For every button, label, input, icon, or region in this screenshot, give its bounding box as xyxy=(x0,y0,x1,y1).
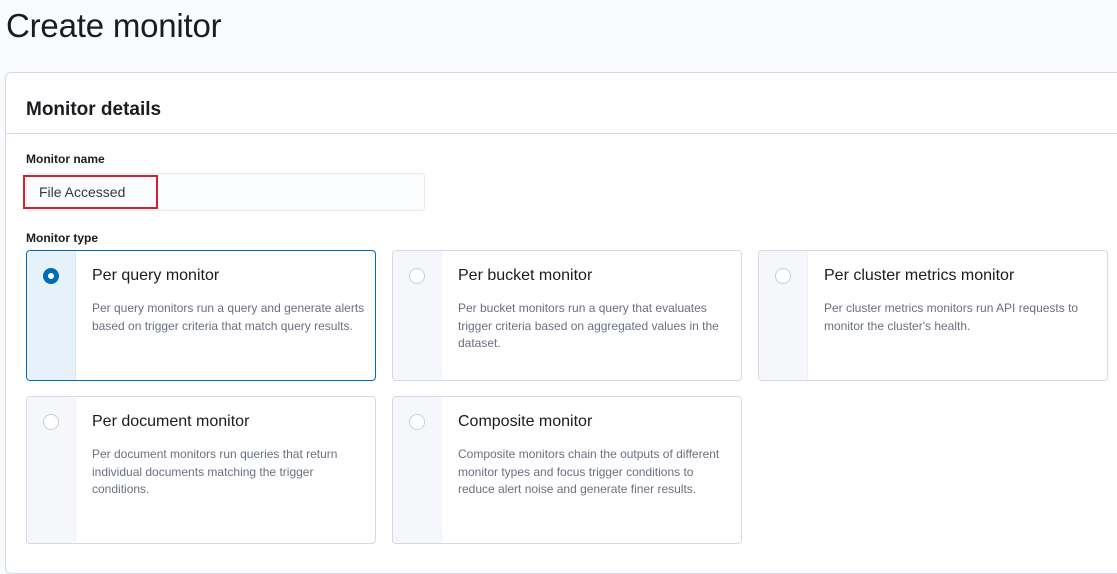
radio-composite[interactable] xyxy=(409,414,425,430)
radio-per-cluster-metrics[interactable] xyxy=(775,268,791,284)
panel-divider xyxy=(6,133,1117,134)
card-description: Composite monitors chain the outputs of … xyxy=(458,447,720,496)
monitor-name-input[interactable] xyxy=(26,173,425,211)
card-title: Per bucket monitor xyxy=(458,267,593,284)
monitor-name-label: Monitor name xyxy=(26,152,105,166)
monitor-type-card-composite[interactable]: Composite monitor Composite monitors cha… xyxy=(392,396,742,544)
card-description: Per query monitors run a query and gener… xyxy=(92,301,365,333)
monitor-details-panel: Monitor details Monitor name Monitor typ… xyxy=(5,72,1117,574)
monitor-type-label: Monitor type xyxy=(26,231,98,245)
radio-per-bucket[interactable] xyxy=(409,268,425,284)
monitor-type-card-per-document[interactable]: Per document monitor Per document monito… xyxy=(26,396,376,544)
monitor-type-card-per-cluster-metrics[interactable]: Per cluster metrics monitor Per cluster … xyxy=(758,250,1108,381)
radio-per-query[interactable] xyxy=(43,268,59,284)
monitor-type-card-per-query[interactable]: Per query monitor Per query monitors run… xyxy=(26,250,376,381)
monitor-type-card-per-bucket[interactable]: Per bucket monitor Per bucket monitors r… xyxy=(392,250,742,381)
card-title: Per cluster metrics monitor xyxy=(824,267,1015,284)
card-description: Per document monitors run queries that r… xyxy=(92,447,338,496)
card-title: Per query monitor xyxy=(92,267,220,284)
page-title: Create monitor xyxy=(6,7,222,44)
card-description: Per cluster metrics monitors run API req… xyxy=(824,301,1079,333)
card-title: Per document monitor xyxy=(92,413,250,430)
panel-title: Monitor details xyxy=(26,99,162,120)
radio-per-document[interactable] xyxy=(43,414,59,430)
card-description: Per bucket monitors run a query that eva… xyxy=(458,301,719,350)
card-title: Composite monitor xyxy=(458,413,593,430)
